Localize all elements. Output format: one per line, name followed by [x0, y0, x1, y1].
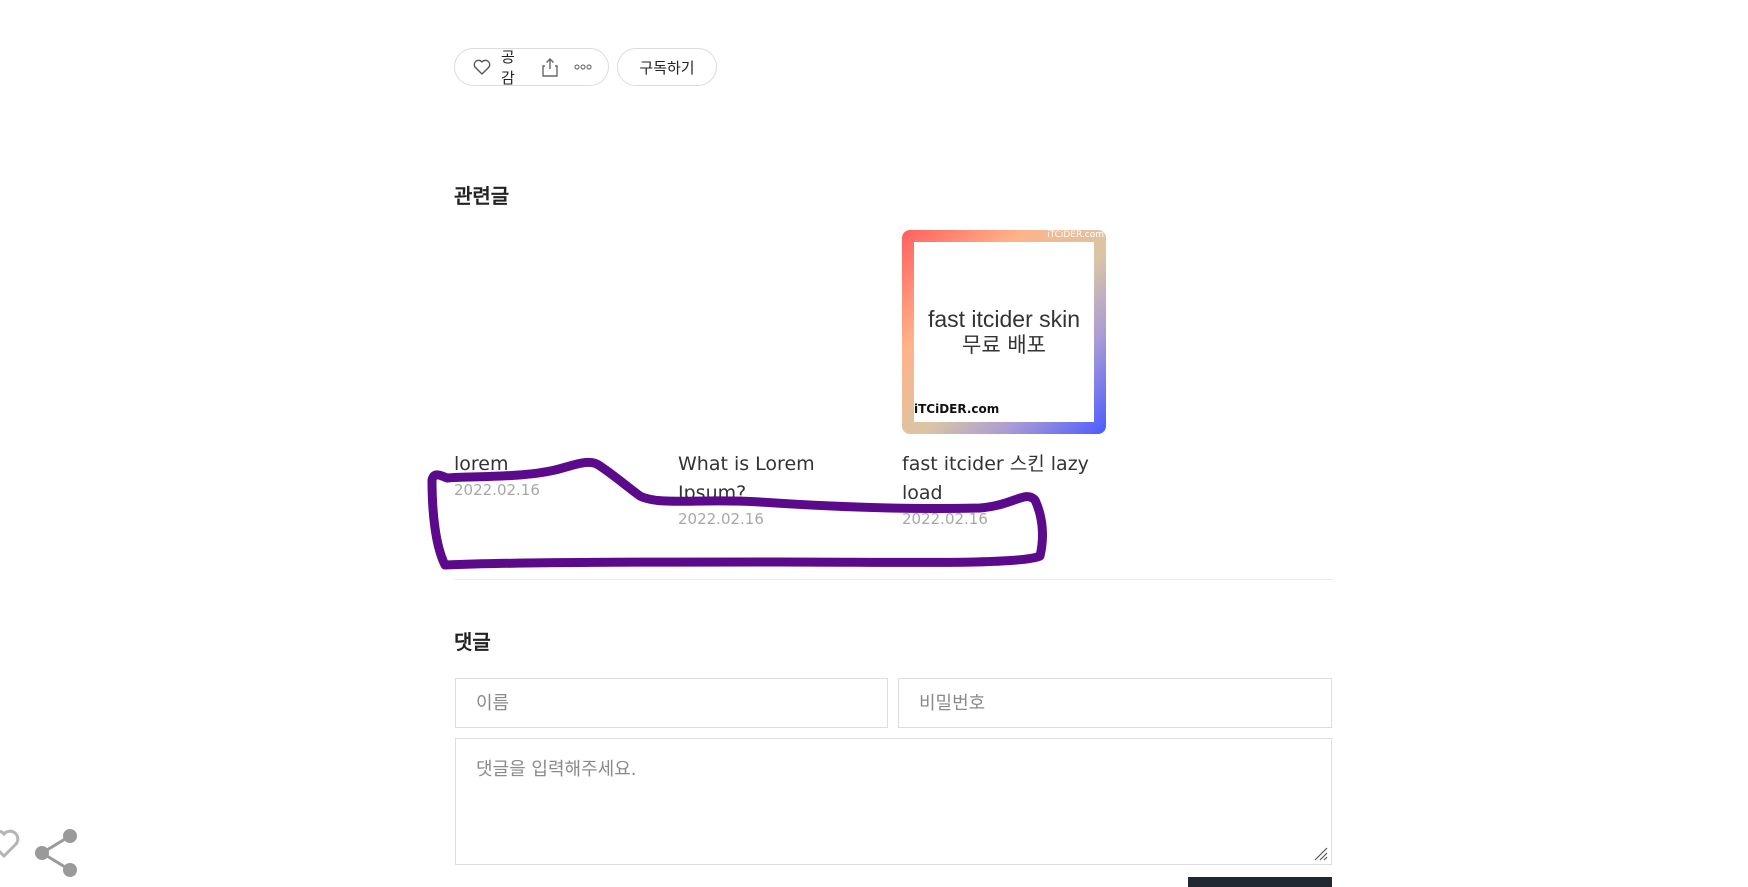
- related-posts-list: lorem 2022.02.16 What is Lorem Ipsum? 20…: [454, 230, 1214, 530]
- subscribe-button[interactable]: 구독하기: [617, 48, 717, 86]
- related-post-title[interactable]: lorem: [454, 450, 658, 479]
- related-post-thumbnail-empty: [454, 230, 658, 434]
- comment-textarea[interactable]: [455, 738, 1332, 865]
- share-icon[interactable]: [542, 57, 558, 77]
- related-post-date: 2022.02.16: [678, 510, 764, 528]
- thumbnail-canvas: fast itcider skin 무료 배포 iTCiDER.com: [914, 242, 1094, 422]
- thumbnail-watermark: iTCiDER.com: [1047, 230, 1104, 240]
- related-post-item[interactable]: What is Lorem Ipsum? 2022.02.16: [678, 230, 882, 528]
- like-label[interactable]: 공감: [501, 46, 522, 88]
- heart-icon[interactable]: [473, 59, 491, 75]
- thumbnail-subheadline: 무료 배포: [962, 333, 1046, 357]
- comments-title: 댓글: [454, 630, 491, 654]
- related-post-title[interactable]: fast itcider 스킨 lazy load: [902, 450, 1106, 508]
- like-share-group: 공감: [454, 46, 609, 88]
- more-options-icon[interactable]: [574, 64, 592, 70]
- related-post-item[interactable]: iTCiDER.com fast itcider skin 무료 배포 iTCi…: [902, 230, 1106, 528]
- comment-submit-button[interactable]: [1188, 877, 1332, 887]
- related-post-title[interactable]: What is Lorem Ipsum?: [678, 450, 882, 508]
- comment-name-input[interactable]: [455, 678, 888, 728]
- post-action-bar: 공감 구독하기: [454, 46, 717, 88]
- related-post-thumbnail-empty: [678, 230, 882, 434]
- related-post-item[interactable]: lorem 2022.02.16: [454, 230, 658, 499]
- related-posts-title: 관련글: [454, 184, 510, 208]
- comment-password-input[interactable]: [898, 678, 1332, 728]
- related-post-date: 2022.02.16: [454, 481, 540, 499]
- section-divider: [454, 579, 1334, 580]
- thumbnail-brand-logo: iTCiDER.com: [914, 402, 1000, 416]
- related-post-thumbnail[interactable]: iTCiDER.com fast itcider skin 무료 배포 iTCi…: [902, 230, 1106, 434]
- floating-share-icon[interactable]: [32, 827, 80, 879]
- resize-grip-icon[interactable]: [1312, 845, 1328, 861]
- floating-heart-icon[interactable]: [0, 826, 22, 860]
- related-post-date: 2022.02.16: [902, 510, 988, 528]
- thumbnail-headline: fast itcider skin: [927, 306, 1081, 332]
